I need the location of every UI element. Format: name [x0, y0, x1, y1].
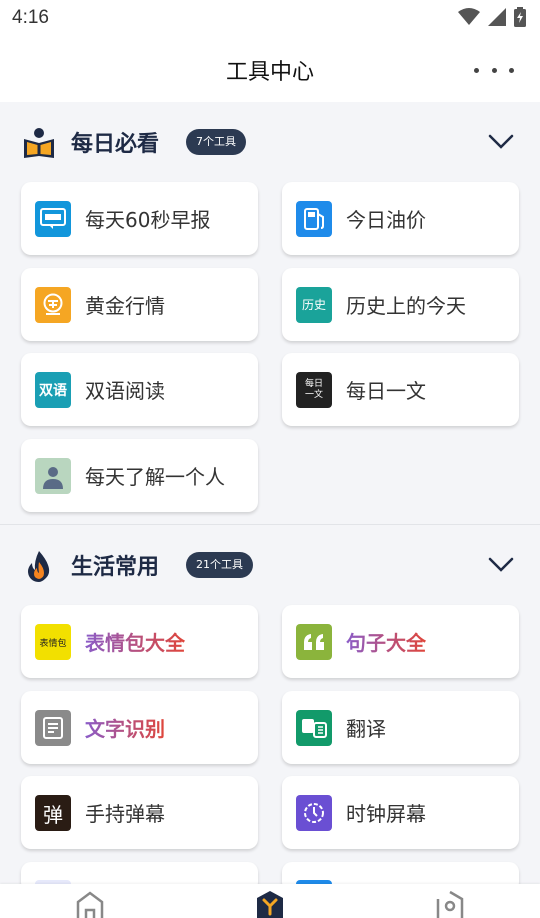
title-bar: 工具中心	[0, 36, 540, 102]
person-icon	[35, 458, 71, 494]
section-header-life[interactable]: 生活常用 21个工具	[0, 535, 540, 595]
bilingual-icon: 双语	[35, 372, 71, 408]
tool-label: 时钟屏幕	[346, 802, 426, 826]
tool-card-gold[interactable]: 黄金行情	[21, 268, 258, 341]
status-time: 4:16	[12, 7, 49, 28]
tool-card-danmaku[interactable]: 弹 手持弹幕	[21, 776, 258, 849]
ocr-icon	[35, 710, 71, 746]
tool-card-person-daily[interactable]: 每天了解一个人	[21, 439, 258, 512]
section-header-daily[interactable]: 每日必看 7个工具	[0, 112, 540, 172]
translate-icon	[296, 710, 332, 746]
settings-icon[interactable]	[432, 890, 468, 918]
tool-label: 翻译	[346, 717, 386, 741]
page-title: 工具中心	[225, 60, 314, 85]
tool-card-clock-screen[interactable]: 时钟屏幕	[282, 776, 519, 849]
history-icon: 历史	[296, 287, 332, 323]
tool-label: 文字识别	[85, 713, 165, 742]
more-options-button[interactable]	[474, 58, 514, 82]
quote-icon	[296, 624, 332, 660]
bottom-nav	[0, 884, 540, 918]
tool-card-sentences[interactable]: 句子大全	[282, 605, 519, 678]
section-title: 生活常用	[71, 555, 160, 580]
tool-label: 双语阅读	[85, 379, 165, 403]
battery-icon	[514, 7, 526, 27]
tool-count-badge: 21个工具	[186, 552, 253, 578]
icon-text: 双语	[39, 383, 67, 399]
wifi-icon	[458, 8, 480, 25]
gold-icon	[35, 287, 71, 323]
more-dot	[474, 67, 479, 73]
tool-card-bilingual-reading[interactable]: 双语 双语阅读	[21, 353, 258, 426]
chevron-down-icon[interactable]	[488, 134, 514, 150]
tool-card-translate[interactable]: 翻译	[282, 691, 519, 764]
tool-label: 表情包大全	[85, 627, 185, 656]
more-dot	[491, 67, 497, 73]
more-dot	[509, 67, 514, 73]
signal-icon	[488, 8, 506, 26]
news-icon	[35, 201, 71, 237]
tool-card-morning-news[interactable]: 每天60秒早报	[21, 182, 258, 255]
flame-icon	[28, 551, 50, 582]
tool-label: 今日油价	[346, 208, 426, 232]
icon-text: 弹	[43, 802, 63, 827]
tool-label: 每天60秒早报	[85, 208, 211, 232]
tool-label: 手持弹幕	[85, 802, 165, 826]
tool-label: 每日一文	[346, 379, 426, 403]
home-icon[interactable]	[72, 890, 108, 918]
icon-text: 表情包	[39, 638, 67, 649]
tool-card-sticker[interactable]: 表情包 表情包大全	[21, 605, 258, 678]
status-icons	[458, 7, 526, 27]
status-bar: 4:16	[0, 0, 540, 36]
clock-icon	[296, 795, 332, 831]
tool-label: 句子大全	[346, 627, 426, 656]
section-divider	[0, 524, 540, 525]
tool-label: 每天了解一个人	[85, 465, 225, 489]
danmaku-icon: 弹	[35, 795, 71, 831]
tool-card-daily-article[interactable]: 每日一文 每日一文	[282, 353, 519, 426]
tool-label: 历史上的今天	[346, 294, 466, 318]
article-icon: 每日一文	[296, 372, 332, 408]
section-title: 每日必看	[71, 132, 160, 157]
fuel-icon	[296, 201, 332, 237]
sticker-icon: 表情包	[35, 624, 71, 660]
tool-count-badge: 7个工具	[186, 129, 246, 155]
tool-card-oil-price[interactable]: 今日油价	[282, 182, 519, 255]
book-reader-icon	[24, 128, 54, 158]
icon-text: 每日一文	[304, 379, 323, 400]
icon-text: 历史	[301, 297, 326, 312]
chevron-down-icon[interactable]	[488, 557, 514, 573]
tool-card-history-today[interactable]: 历史 历史上的今天	[282, 268, 519, 341]
tool-label: 黄金行情	[85, 294, 165, 318]
tools-icon[interactable]	[252, 890, 288, 918]
tool-card-ocr[interactable]: 文字识别	[21, 691, 258, 764]
